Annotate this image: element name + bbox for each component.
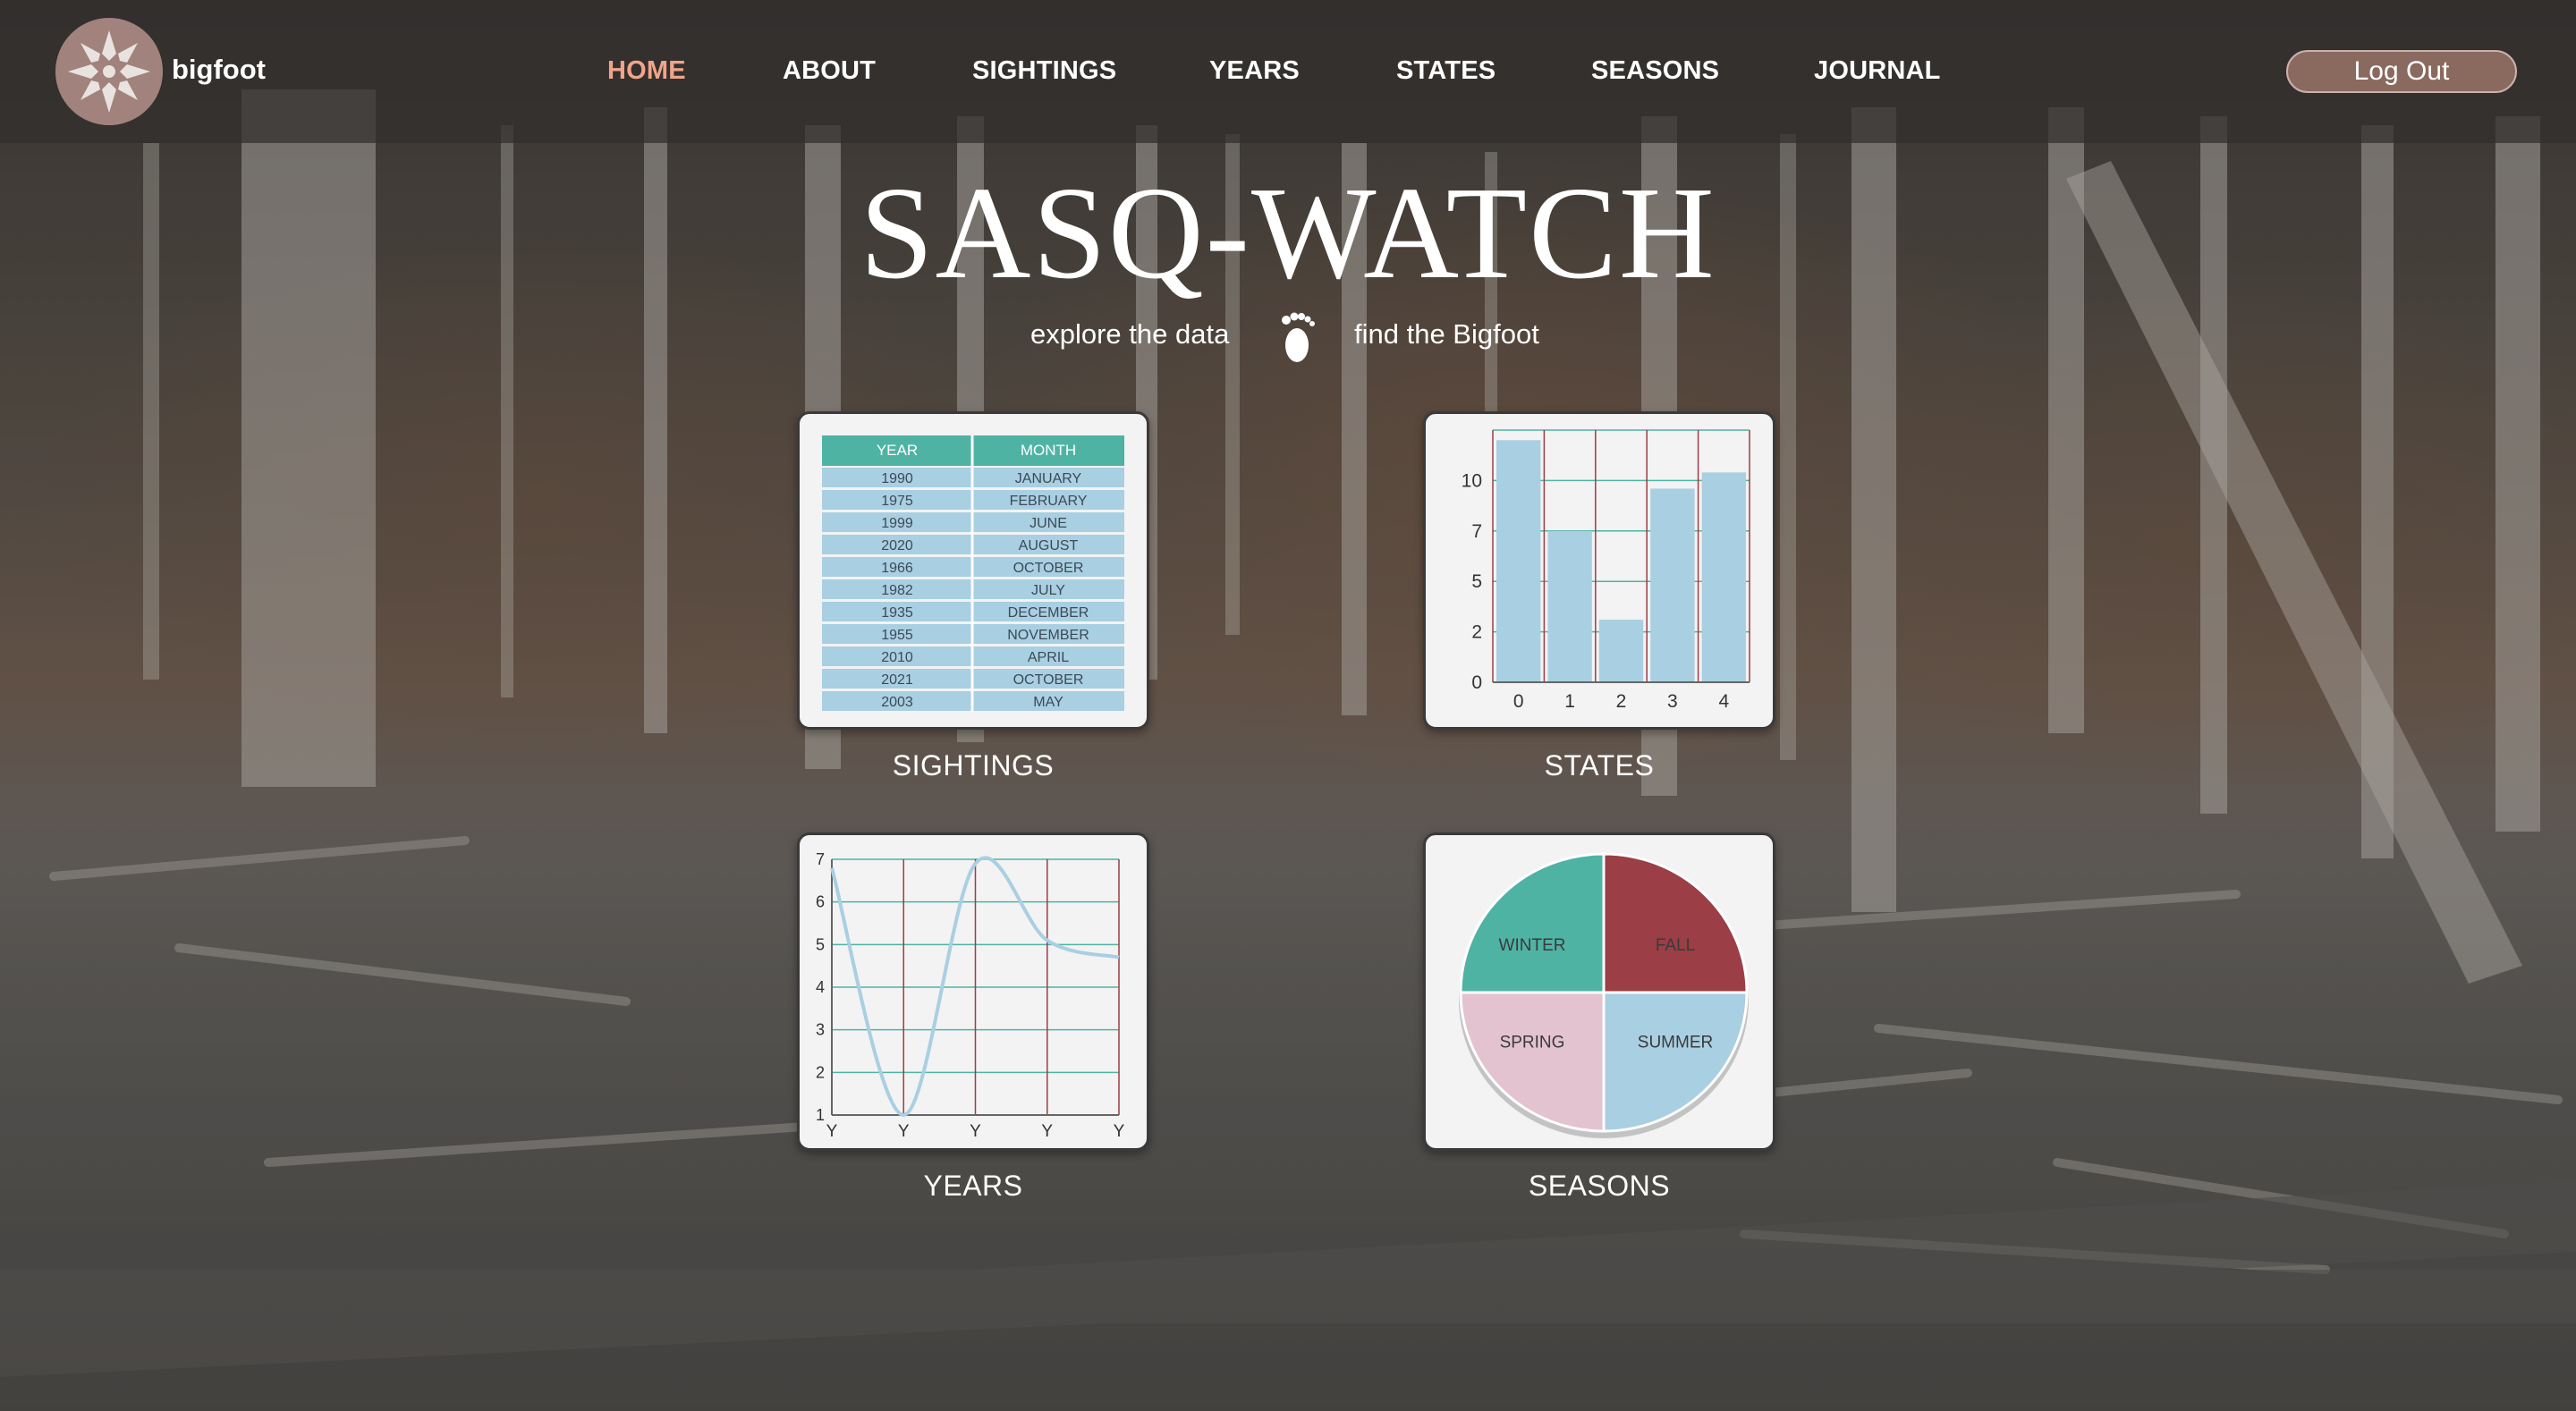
y-tick-label: 5 (816, 935, 825, 953)
table-cell-month: NOVEMBER (1007, 628, 1089, 643)
logout-button[interactable]: Log Out (2286, 50, 2517, 93)
table-cell-year: 2010 (881, 650, 913, 665)
y-tick-label: 7 (1471, 521, 1482, 542)
y-tick-label: 3 (816, 1021, 825, 1039)
states-bar-chart: 0 2 5 7 10 0 1 2 3 4 (1462, 429, 1750, 712)
table-cell-year: 1935 (881, 605, 913, 621)
table-cell-month: JULY (1031, 583, 1065, 598)
sightings-table-preview: YEAR MONTH 1990 JANUARY 1975 FEBRUARY 1999 JUNE… (822, 435, 1124, 712)
pie-label: SPRING (1500, 1033, 1565, 1052)
y-tick-label: 2 (1471, 622, 1482, 643)
table-cell-month: OCTOBER (1013, 561, 1084, 576)
years-card[interactable]: 1 2 3 4 5 6 7 Y Y Y Y Y (797, 832, 1149, 1151)
snowflake-icon (55, 18, 163, 125)
sightings-card[interactable]: YEAR MONTH 1990 JANUARY 1975 FEBRUARY 1999 JUNE… (797, 411, 1149, 730)
y-tick-label: 10 (1462, 470, 1482, 491)
states-card-label[interactable]: STATES (1423, 749, 1775, 782)
y-tick-label: 4 (816, 978, 825, 996)
nav-link-years[interactable]: YEARS (1209, 56, 1300, 86)
pie-label: FALL (1656, 936, 1695, 955)
top-nav-bar: bigfoot HOME ABOUT SIGHTINGS YEARS STATE… (0, 0, 2576, 143)
x-tick-label: Y (970, 1122, 981, 1141)
nav-link-journal[interactable]: JOURNAL (1814, 56, 1941, 86)
table-cell-month: MAY (1033, 695, 1063, 710)
table-cell-month: OCTOBER (1013, 672, 1084, 688)
pie-slice-fall (1602, 852, 1749, 994)
table-cell-year: 2003 (881, 695, 913, 710)
table-header-cell: YEAR (877, 442, 918, 459)
table-cell-year: 1990 (881, 471, 913, 486)
table-cell-year: 1955 (881, 628, 913, 643)
y-tick-label: 2 (816, 1063, 825, 1081)
sightings-card-label[interactable]: SIGHTINGS (797, 749, 1149, 782)
x-tick-label: Y (1041, 1122, 1053, 1141)
y-tick-label: 6 (816, 893, 825, 911)
table-cell-month: AUGUST (1019, 538, 1079, 553)
footprint-icon (1282, 312, 1315, 362)
bar (1701, 472, 1746, 682)
tagline-left: explore the data (1030, 318, 1230, 350)
table-cell-year: 1966 (881, 561, 913, 576)
states-card[interactable]: 0 2 5 7 10 0 1 2 3 4 (1423, 411, 1775, 730)
seasons-pie-chart: WINTER FALL SPRING SUMMER (1459, 852, 1749, 1138)
table-cell-month: JANUARY (1015, 471, 1082, 486)
seasons-card[interactable]: WINTER FALL SPRING SUMMER (1423, 832, 1775, 1151)
x-tick-label: Y (1114, 1122, 1125, 1141)
table-cell-month: JUNE (1030, 516, 1067, 531)
x-tick-label: 0 (1513, 691, 1524, 712)
y-tick-label: 1 (816, 1106, 825, 1124)
years-line-chart: 1 2 3 4 5 6 7 Y Y Y Y Y (816, 850, 1125, 1141)
table-cell-month: DECEMBER (1008, 605, 1089, 621)
table-cell-year: 1999 (881, 516, 913, 531)
nav-link-states[interactable]: STATES (1396, 56, 1496, 86)
x-tick-label: Y (898, 1122, 910, 1141)
bigfoot-logo[interactable] (55, 18, 163, 125)
bar (1598, 620, 1644, 682)
tagline-right: find the Bigfoot (1354, 318, 1539, 350)
table-cell-year: 1975 (881, 494, 913, 509)
y-tick-label: 5 (1471, 571, 1482, 592)
pie-slice-spring (1459, 991, 1606, 1133)
seasons-card-label[interactable]: SEASONS (1423, 1170, 1775, 1203)
brand-name[interactable]: bigfoot (172, 54, 266, 86)
table-cell-year: 1982 (881, 583, 913, 598)
pie-label: WINTER (1499, 936, 1566, 955)
pie-slice-winter (1459, 852, 1606, 994)
pie-label: SUMMER (1638, 1033, 1713, 1052)
table-cell-year: 2021 (881, 672, 913, 688)
nav-link-home[interactable]: HOME (607, 56, 686, 86)
nav-link-sightings[interactable]: SIGHTINGS (972, 56, 1116, 86)
x-tick-label: 2 (1616, 691, 1627, 712)
years-card-label[interactable]: YEARS (797, 1170, 1149, 1203)
y-tick-label: 7 (816, 850, 825, 868)
pie-slice-summer (1602, 991, 1749, 1133)
page-title: SASQ-WATCH (860, 160, 1716, 307)
y-tick-label: 0 (1471, 672, 1482, 693)
nav-link-seasons[interactable]: SEASONS (1591, 56, 1719, 86)
x-tick-label: 1 (1564, 691, 1575, 712)
nav-link-about[interactable]: ABOUT (783, 56, 876, 86)
x-tick-label: Y (826, 1122, 838, 1141)
table-header-cell: MONTH (1021, 442, 1076, 459)
table-cell-month: APRIL (1028, 650, 1069, 665)
x-tick-label: 4 (1718, 691, 1729, 712)
table-cell-year: 2020 (881, 538, 913, 553)
table-cell-month: FEBRUARY (1010, 494, 1088, 509)
bar (1547, 530, 1592, 682)
x-tick-label: 3 (1667, 691, 1678, 712)
bar (1650, 488, 1695, 682)
bar (1496, 440, 1541, 682)
